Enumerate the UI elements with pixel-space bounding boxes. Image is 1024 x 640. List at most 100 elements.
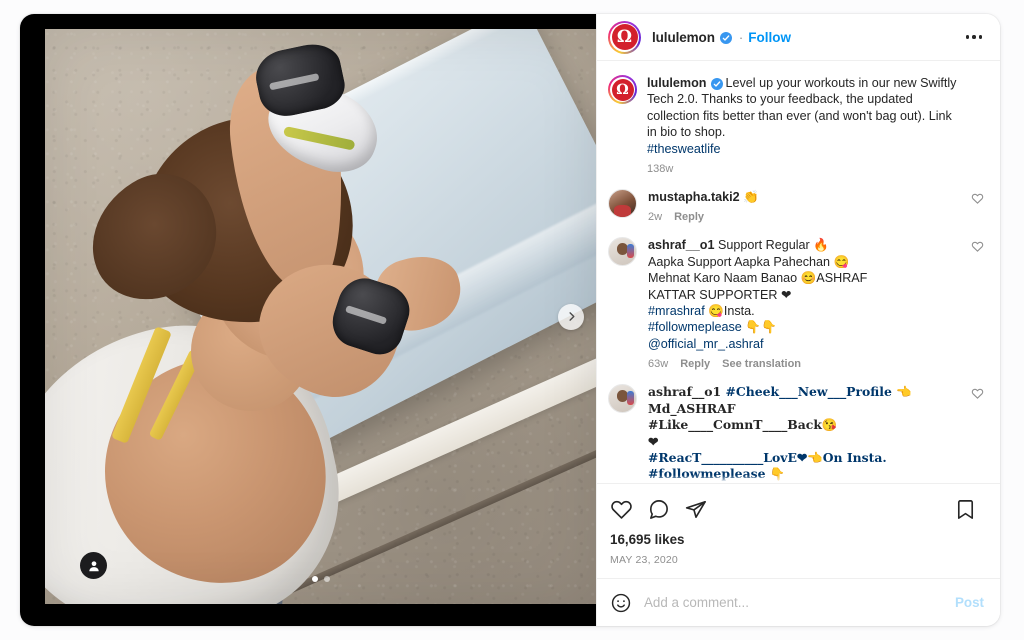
verified-badge-icon xyxy=(719,32,732,44)
comment-line-2: Mehnat Karo Naam Banao 😊ASHRAF xyxy=(648,271,868,286)
post-comment-button[interactable]: Post xyxy=(955,595,984,610)
comment-like-button[interactable] xyxy=(971,192,984,210)
comment-like-button[interactable] xyxy=(971,387,984,405)
likes-count[interactable]: 16,695 likes xyxy=(610,532,984,547)
comment-hashtag[interactable]: #Cheek___New___Profile xyxy=(721,384,892,399)
comment-icon xyxy=(650,499,668,519)
emoji-picker-button[interactable] xyxy=(610,592,632,614)
person-icon xyxy=(88,560,99,571)
comment-line-3: ❤ xyxy=(648,433,659,449)
carousel-dot-1[interactable] xyxy=(311,576,318,582)
lululemon-logo-icon: Ω xyxy=(611,78,634,101)
comment-timestamp: 63w xyxy=(648,358,669,371)
chevron-right-icon xyxy=(568,312,574,321)
caption-meta: 138w xyxy=(647,163,962,175)
caption-author-avatar[interactable]: Ω xyxy=(608,75,637,104)
comment-line-1: Aapka Support Aapka Pahechan 😋 xyxy=(648,254,850,269)
share-icon xyxy=(685,500,706,518)
avatar-inner: Ω xyxy=(610,77,635,102)
comment-meta: 2w Reply xyxy=(648,211,962,223)
share-button[interactable] xyxy=(677,494,714,525)
check-icon xyxy=(714,81,721,87)
comment-body: ashraf__o1 #Cheek___New___Profile 👈 Md_A… xyxy=(648,384,984,483)
comment-translate-button[interactable]: See translation xyxy=(722,358,801,370)
comment-username[interactable]: ashraf__o1 xyxy=(648,238,715,252)
screenshot-root: Ω lululemon · Follow Ω lululemon Level u… xyxy=(0,0,1024,640)
comment-item: mustapha.taki2 👏 2w Reply xyxy=(608,189,984,223)
comment-mention[interactable]: @official_mr_.ashraf xyxy=(648,336,962,352)
caption-hashtag[interactable]: #thesweatlife xyxy=(647,141,962,157)
comment-hashtag[interactable]: #mrashraf xyxy=(648,304,705,318)
heart-icon xyxy=(971,193,984,204)
comment-username[interactable]: ashraf__o1 xyxy=(648,384,721,399)
comment-line-4: #mrashraf 😋Insta. xyxy=(648,303,962,319)
bookmark-icon xyxy=(957,499,974,519)
comment-text-block: mustapha.taki2 👏 xyxy=(648,189,962,205)
post-author-avatar[interactable]: Ω xyxy=(608,20,641,54)
comment-reply-button[interactable]: Reply xyxy=(674,211,704,223)
comment-body: mustapha.taki2 👏 2w Reply xyxy=(648,189,984,223)
check-icon xyxy=(722,35,730,41)
heart-icon xyxy=(971,389,984,400)
add-comment-bar: Post xyxy=(597,578,1000,626)
comments-feed[interactable]: Ω lululemon Level up your workouts in our… xyxy=(597,61,1000,483)
ellipsis-dot-1 xyxy=(965,35,969,39)
comment-text: 👏 xyxy=(739,190,759,205)
comment-text-block: ashraf__o1 #Cheek___New___Profile 👈 Md_A… xyxy=(648,384,962,483)
carousel-dot-2[interactable] xyxy=(323,576,330,582)
ellipsis-dot-3 xyxy=(978,35,982,39)
post-author-username[interactable]: lululemon xyxy=(652,30,715,45)
more-options-button[interactable] xyxy=(958,29,991,45)
instagram-post-card: Ω lululemon · Follow Ω lululemon Level u… xyxy=(20,14,1000,626)
comment-text-block: ashraf__o1 Support Regular 🔥 Aapka Suppo… xyxy=(648,237,962,352)
save-button[interactable] xyxy=(947,494,984,525)
carousel-dots xyxy=(311,576,330,582)
follow-button[interactable]: Follow xyxy=(748,30,791,45)
comment-item: ashraf__o1 Support Regular 🔥 Aapka Suppo… xyxy=(608,237,984,370)
comment-meta: 63w Reply See translation xyxy=(648,358,962,370)
ellipsis-dot-2 xyxy=(972,35,976,39)
post-photo[interactable] xyxy=(45,29,596,604)
comment-line-2: #Like____ComnT____Back😘 xyxy=(648,417,838,433)
photo-vignette xyxy=(45,29,596,604)
post-date: MAY 23, 2020 xyxy=(610,554,678,566)
caption-body: lululemon Level up your workouts in our n… xyxy=(647,75,984,175)
comment-hashtag[interactable]: #followmeplease xyxy=(648,320,742,334)
post-caption: Ω lululemon Level up your workouts in our… xyxy=(608,75,984,175)
avatar-inner: Ω xyxy=(610,22,639,52)
post-actions: 16,695 likes MAY 23, 2020 xyxy=(597,483,1000,578)
comment-line-5: #followmeplease 👇👇 xyxy=(648,319,962,335)
lululemon-logo-icon: Ω xyxy=(611,24,638,50)
comment-line-1: Md_ASHRAF xyxy=(648,400,736,416)
comment-item: ashraf__o1 #Cheek___New___Profile 👈 Md_A… xyxy=(608,384,984,483)
add-comment-input[interactable] xyxy=(644,595,955,610)
heart-icon xyxy=(971,242,984,253)
comment-hashtag-suffix: 👈 xyxy=(891,384,912,400)
comment-button[interactable] xyxy=(640,494,677,525)
post-media-panel[interactable] xyxy=(20,14,596,626)
comment-author-avatar[interactable] xyxy=(608,237,637,267)
comment-line-3: KATTAR SUPPORTER ❤ xyxy=(648,287,792,302)
tagged-users-button[interactable] xyxy=(80,552,107,579)
like-button[interactable] xyxy=(610,494,640,525)
emoji-icon xyxy=(611,593,631,612)
comment-line-0: Support Regular 🔥 xyxy=(714,238,829,253)
action-icons-row xyxy=(610,492,984,526)
next-slide-button[interactable] xyxy=(558,303,584,330)
post-sidebar: Ω lululemon · Follow Ω lululemon Level u… xyxy=(596,14,1000,626)
comment-like-button[interactable] xyxy=(971,240,984,258)
comment-hashtag-suffix: 😋Insta. xyxy=(704,304,755,319)
comment-hashtag-suffix: 👇👇 xyxy=(741,320,777,335)
header-separator: · xyxy=(738,29,744,45)
comment-author-avatar[interactable] xyxy=(608,189,637,219)
comment-body: ashraf__o1 Support Regular 🔥 Aapka Suppo… xyxy=(648,237,984,370)
caption-username[interactable]: lululemon xyxy=(647,76,706,90)
feed-fade xyxy=(597,475,1000,483)
comment-reply-button[interactable]: Reply xyxy=(680,358,710,370)
comment-timestamp: 2w xyxy=(648,211,663,224)
verified-badge-icon xyxy=(711,78,724,90)
comment-username[interactable]: mustapha.taki2 xyxy=(648,190,740,204)
caption-text-block: lululemon Level up your workouts in our n… xyxy=(647,75,962,157)
post-header: Ω lululemon · Follow xyxy=(597,14,1000,61)
comment-author-avatar[interactable] xyxy=(608,384,637,414)
